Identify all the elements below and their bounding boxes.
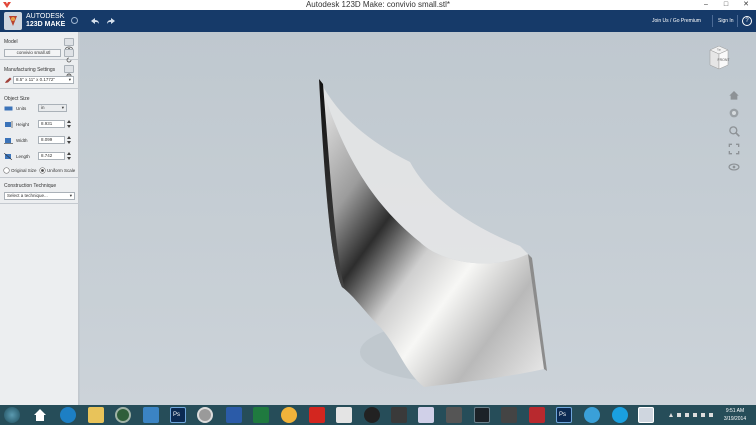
brand-line-2: 123D MAKE — [26, 21, 66, 28]
minimize-button[interactable]: – — [696, 0, 716, 10]
height-icon — [5, 121, 13, 128]
height-label: Height — [16, 122, 30, 127]
chevron-down-icon: ▾ — [68, 77, 71, 82]
window-titlebar: Autodesk 123D Make: convivio small.stl* … — [0, 0, 756, 10]
length-icon — [4, 153, 13, 160]
left-settings-panel: Model convivio small.stl Manufacturing S… — [0, 32, 79, 405]
look-icon[interactable] — [728, 161, 740, 173]
photoshop-icon-2[interactable]: Ps — [556, 407, 572, 423]
units-dropdown[interactable]: in ▾ — [38, 104, 67, 112]
zoom-icon[interactable] — [728, 125, 740, 137]
pen-tool-icon[interactable] — [336, 407, 352, 423]
home-icon[interactable] — [32, 407, 48, 423]
uniform-scale-label: Uniform Scale — [47, 168, 76, 173]
excel-icon[interactable] — [253, 407, 269, 423]
123d-make-logo[interactable] — [4, 12, 22, 30]
pencil-icon — [5, 77, 12, 83]
pdf-reader-icon[interactable] — [309, 407, 325, 423]
redo-icon[interactable] — [105, 15, 117, 27]
media-app-icon[interactable] — [446, 407, 462, 423]
molecule-app-icon[interactable] — [418, 407, 434, 423]
brand-line-1: AUTODESK — [26, 13, 65, 20]
units-label: Units — [16, 106, 27, 111]
object-size-section: Object Size Units in ▾ Height 8.931 Widt… — [0, 90, 79, 178]
units-value: in — [41, 105, 45, 110]
3d-viewport[interactable]: Top FRONT — [80, 32, 756, 405]
123d-make-taskbar-icon[interactable] — [638, 407, 654, 423]
original-size-radio[interactable] — [3, 167, 10, 174]
file-explorer-icon[interactable] — [88, 407, 104, 423]
fit-view-icon[interactable] — [728, 143, 740, 155]
sheet-preset-dropdown[interactable]: 8.5" x 11" x 0.1772" ▾ — [13, 76, 74, 84]
disc-app-icon[interactable] — [197, 407, 213, 423]
clock-date: 3/19/2014 — [723, 416, 747, 422]
close-button[interactable]: ✕ — [736, 0, 756, 10]
length-stepper[interactable] — [67, 151, 71, 161]
navigation-toolbar — [728, 88, 740, 178]
construction-section: Construction Technique Select a techniqu… — [0, 179, 79, 204]
header-divider — [737, 15, 738, 27]
desktop-monitor-icon[interactable] — [143, 407, 159, 423]
technique-dropdown[interactable]: Select a technique... ▾ — [4, 192, 75, 200]
width-stepper[interactable] — [67, 135, 71, 145]
sign-in-link[interactable]: Sign In — [718, 18, 734, 24]
system-tray-icons[interactable] — [668, 412, 718, 418]
view-cube[interactable]: Top FRONT — [706, 42, 732, 72]
clock-time: 9:51 AM — [725, 408, 745, 414]
join-premium-link[interactable]: Join Us / Go Premium — [652, 18, 701, 24]
manufacturing-section: Manufacturing Settings 8.5" x 11" x 0.17… — [0, 61, 79, 89]
skype-icon[interactable] — [612, 407, 628, 423]
header-divider — [712, 15, 713, 27]
height-stepper[interactable] — [67, 119, 71, 129]
sheet-preset-value: 8.5" x 11" x 0.1772" — [16, 77, 55, 82]
help-button[interactable]: ? — [742, 16, 752, 26]
logo-icon — [9, 16, 17, 26]
uniform-scale-checkbox[interactable] — [39, 167, 46, 174]
app-menu-dropdown-icon[interactable] — [71, 17, 78, 24]
windows-taskbar: Ps Ps 9:51 AM 3/19/2014 — [0, 405, 756, 425]
autodesk-tool-icon[interactable] — [501, 407, 517, 423]
app-header: AUTODESK 123D MAKE Join Us / Go Premium … — [0, 10, 756, 32]
chevron-down-icon: ▾ — [69, 193, 72, 198]
photoshop-icon[interactable]: Ps — [170, 407, 186, 423]
width-input[interactable]: 8.099 — [38, 136, 65, 144]
app-circle-icon[interactable] — [115, 407, 131, 423]
width-label: Width — [16, 138, 28, 143]
home-view-icon[interactable] — [728, 89, 740, 101]
model-refresh-button[interactable] — [64, 49, 74, 63]
manufacturing-label: Manufacturing Settings — [4, 67, 56, 73]
globe-app-icon[interactable] — [584, 407, 600, 423]
technique-placeholder: Select a technique... — [7, 193, 48, 198]
model-label: Model — [4, 39, 18, 45]
object-size-label: Object Size — [4, 96, 30, 102]
width-icon — [4, 138, 13, 144]
word-icon[interactable] — [226, 407, 242, 423]
model-file-button[interactable]: convivio small.stl — [4, 49, 61, 57]
original-size-label: Original Size — [11, 168, 37, 173]
units-icon — [4, 106, 13, 111]
view-cube-front-label: FRONT — [717, 58, 730, 62]
length-label: Length — [16, 154, 30, 159]
orbit-icon[interactable] — [728, 107, 740, 119]
model-visibility-button[interactable] — [64, 38, 74, 52]
brand-name: AUTODESK 123D MAKE — [26, 13, 65, 29]
internet-explorer-icon[interactable] — [60, 407, 76, 423]
start-button[interactable] — [4, 407, 20, 423]
model-render — [319, 79, 547, 387]
red-cube-app-icon[interactable] — [529, 407, 545, 423]
window-title: Autodesk 123D Make: convivio small.stl* — [305, 0, 451, 9]
construction-label: Construction Technique — [4, 183, 57, 189]
model-section: Model convivio small.stl — [0, 32, 79, 63]
terminal-icon[interactable] — [474, 407, 490, 423]
chevron-down-icon: ▾ — [61, 105, 64, 110]
manufacturing-settings-button[interactable] — [64, 65, 74, 79]
length-input[interactable]: 8.742 — [38, 152, 65, 160]
swirl-app-icon[interactable] — [364, 407, 380, 423]
height-input[interactable]: 8.931 — [38, 120, 65, 128]
view-cube-top-label: Top — [717, 49, 722, 52]
graphics-app-icon[interactable] — [391, 407, 407, 423]
sticky-app-icon[interactable] — [281, 407, 297, 423]
undo-icon[interactable] — [89, 15, 101, 27]
maximize-button[interactable]: □ — [716, 0, 736, 10]
